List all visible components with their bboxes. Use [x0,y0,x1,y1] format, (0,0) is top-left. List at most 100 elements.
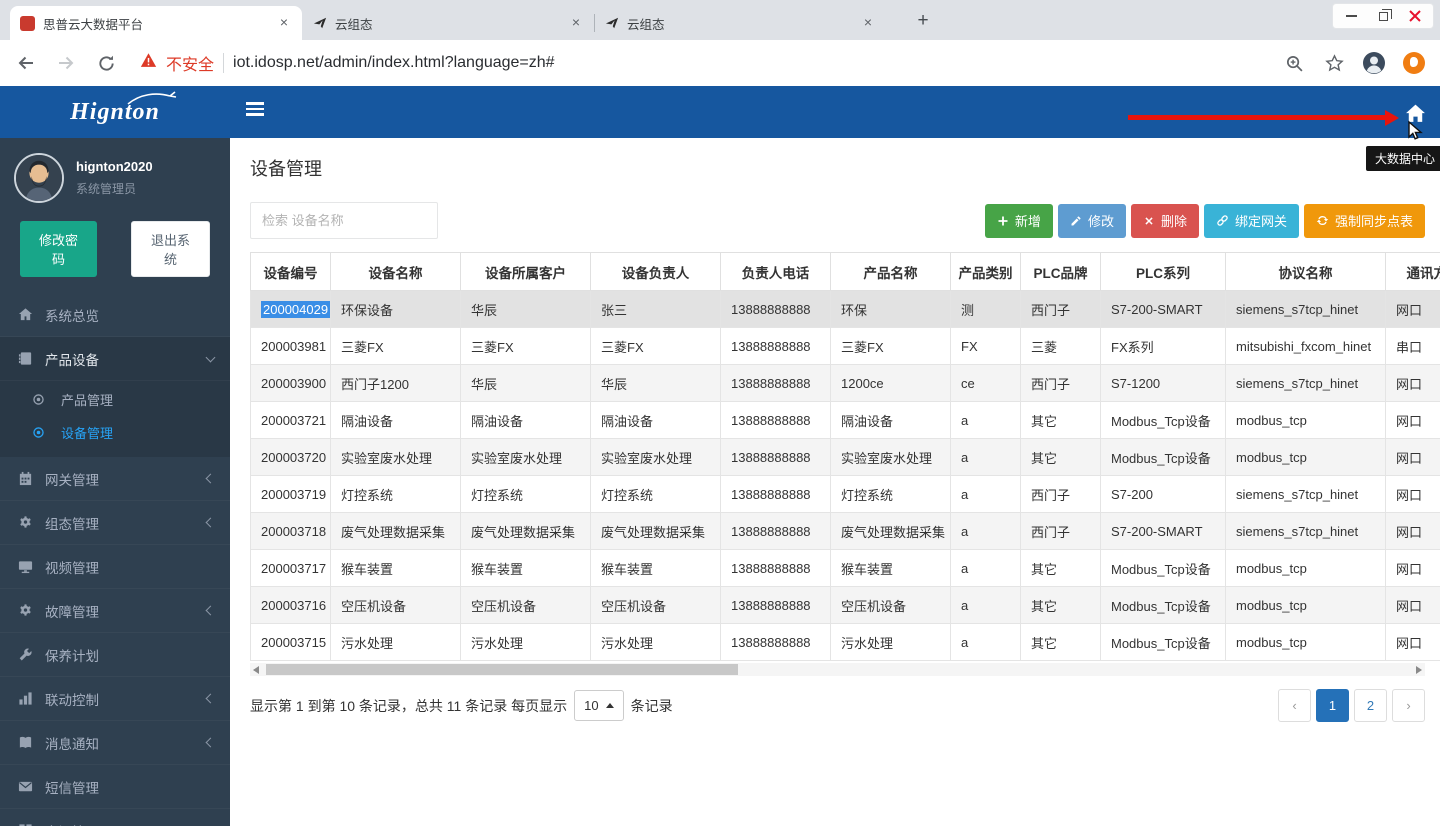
minimize-button[interactable] [1337,6,1365,26]
page-button-2[interactable]: 2 [1354,689,1387,722]
column-header[interactable]: 通讯方式 [1386,253,1440,291]
restore-button[interactable] [1369,6,1397,26]
column-header[interactable]: 产品类别 [951,253,1021,291]
new-tab-button[interactable]: + [910,8,936,34]
table-row[interactable]: 200003981三菱FX三菱FX三菱FX13888888888三菱FXFX三菱… [251,328,1440,365]
table-cell: 西门子1200 [331,365,461,402]
column-header[interactable]: 协议名称 [1226,253,1386,291]
table-body: 200004029环保设备华辰张三13888888888环保测西门子S7-200… [251,291,1440,661]
sidebar-item-sms-manage-link[interactable]: 短信管理 [0,765,230,809]
table-cell: 串口 [1386,328,1440,365]
extension-icon[interactable] [1402,51,1426,75]
chevron-down-icon [206,352,216,362]
table-row[interactable]: 200003720实验室废水处理实验室废水处理实验室废水处理1388888888… [251,439,1440,476]
sidebar-item-scada-manage-link[interactable]: 组态管理 [0,501,230,545]
tab-close-icon[interactable]: × [860,15,876,31]
add-button[interactable]: 新增 [985,204,1053,238]
table-cell: 污水处理 [591,624,721,661]
table-cell: 华辰 [591,365,721,402]
column-header[interactable]: 产品名称 [831,253,951,291]
next-page-button[interactable]: › [1392,689,1425,722]
table-row[interactable]: 200003719灯控系统灯控系统灯控系统13888888888灯控系统a西门子… [251,476,1440,513]
sidebar-item-gateway-manage-link[interactable]: 网关管理 [0,457,230,501]
table-cell: 13888888888 [721,476,831,513]
bookmark-star-icon[interactable] [1322,51,1346,75]
sidebar-item-linkage-control-link[interactable]: 联动控制 [0,677,230,721]
sidebar: hignton2020 系统管理员 修改密码 退出系统 系统总览产品设备产品管理… [0,138,230,826]
column-header[interactable]: PLC系列 [1101,253,1226,291]
sidebar-buttons: 修改密码 退出系统 [0,212,230,293]
url-bar[interactable]: 不安全 iot.idosp.net/admin/index.html?langu… [134,46,1266,80]
change-password-button[interactable]: 修改密码 [20,221,97,277]
tab-close-icon[interactable]: × [568,15,584,31]
chevron-left-icon [206,474,216,484]
chevron-left-icon [206,694,216,704]
sidebar-item-space-manage-link[interactable]: 空间管理 [0,809,230,826]
table-cell: 网口 [1386,587,1440,624]
column-header[interactable]: 设备负责人 [591,253,721,291]
table-cell: 13888888888 [721,624,831,661]
search-input[interactable] [250,202,438,239]
prev-page-button[interactable]: ‹ [1278,689,1311,722]
table-cell: 废气处理数据采集 [591,513,721,550]
reload-icon[interactable] [94,51,118,75]
column-header[interactable]: 设备名称 [331,253,461,291]
user-avatar[interactable] [14,153,64,203]
edit-button[interactable]: 修改 [1058,204,1126,238]
force-sync-button[interactable]: 强制同步点表 [1304,204,1425,238]
tab-close-icon[interactable]: × [276,15,292,31]
table-cell: 200003981 [251,328,331,365]
table-row[interactable]: 200003715污水处理污水处理污水处理13888888888污水处理a其它M… [251,624,1440,661]
delete-button[interactable]: 删除 [1131,204,1199,238]
table-cell: 13888888888 [721,513,831,550]
table-cell: Modbus_Tcp设备 [1101,587,1226,624]
logout-button[interactable]: 退出系统 [131,221,210,277]
back-icon[interactable] [14,51,38,75]
sidebar-subitem-label: 设备管理 [61,423,113,442]
forward-icon[interactable] [54,51,78,75]
table-row[interactable]: 200003721隔油设备隔油设备隔油设备13888888888隔油设备a其它M… [251,402,1440,439]
bind-gateway-button[interactable]: 绑定网关 [1204,204,1299,238]
browser-tab[interactable]: 思普云大数据平台× [10,6,302,40]
table-row[interactable]: 200003900西门子1200华辰华辰138888888881200cece西… [251,365,1440,402]
horizontal-scrollbar[interactable] [250,663,1425,676]
table-cell: modbus_tcp [1226,439,1386,476]
sidebar-item-message-notify-link[interactable]: 消息通知 [0,721,230,765]
sidebar-item-system-overview-link[interactable]: 系统总览 [0,293,230,337]
sidebar-item-maintenance-plan-link[interactable]: 保养计划 [0,633,230,677]
table-cell: modbus_tcp [1226,587,1386,624]
close-button[interactable] [1401,6,1429,26]
sidebar-item-label: 联动控制 [45,689,99,709]
column-header[interactable]: 负责人电话 [721,253,831,291]
button-label: 强制同步点表 [1335,211,1413,230]
sidebar-item-product-manage[interactable]: 产品管理 [0,383,230,416]
browser-tab[interactable]: 云组态× [594,6,886,40]
profile-avatar-icon[interactable] [1362,51,1386,75]
table-cell: a [951,550,1021,587]
table-row[interactable]: 200003718废气处理数据采集废气处理数据采集废气处理数据采集1388888… [251,513,1440,550]
column-header[interactable]: 设备所属客户 [461,253,591,291]
table-row[interactable]: 200003717猴车装置猴车装置猴车装置13888888888猴车装置a其它M… [251,550,1440,587]
page-button-1[interactable]: 1 [1316,689,1349,722]
table-cell: a [951,624,1021,661]
sidebar-item-video-manage-link[interactable]: 视频管理 [0,545,230,589]
browser-tab[interactable]: 云组态× [302,6,594,40]
column-header[interactable]: 设备编号 [251,253,331,291]
table-row[interactable]: 200004029环保设备华辰张三13888888888环保测西门子S7-200… [251,291,1440,328]
gears-icon [18,603,37,618]
page-size-dropdown[interactable]: 10 [574,690,623,721]
zoom-icon[interactable] [1282,51,1306,75]
table-cell: 实验室废水处理 [591,439,721,476]
sidebar-item-label: 消息通知 [45,733,99,753]
table-cell: S7-200 [1101,476,1226,513]
scroll-right-icon[interactable] [1416,666,1422,674]
sidebar-item-product-device-link[interactable]: 产品设备 [0,337,230,381]
column-header[interactable]: PLC品牌 [1021,253,1101,291]
table-cell: 隔油设备 [591,402,721,439]
sidebar-item-device-manage[interactable]: 设备管理 [0,416,230,449]
sidebar-item-fault-manage-link[interactable]: 故障管理 [0,589,230,633]
table-row[interactable]: 200003716空压机设备空压机设备空压机设备13888888888空压机设备… [251,587,1440,624]
scroll-left-icon[interactable] [253,666,259,674]
menu-toggle-button[interactable] [246,102,264,116]
scrollbar-thumb[interactable] [266,664,738,675]
